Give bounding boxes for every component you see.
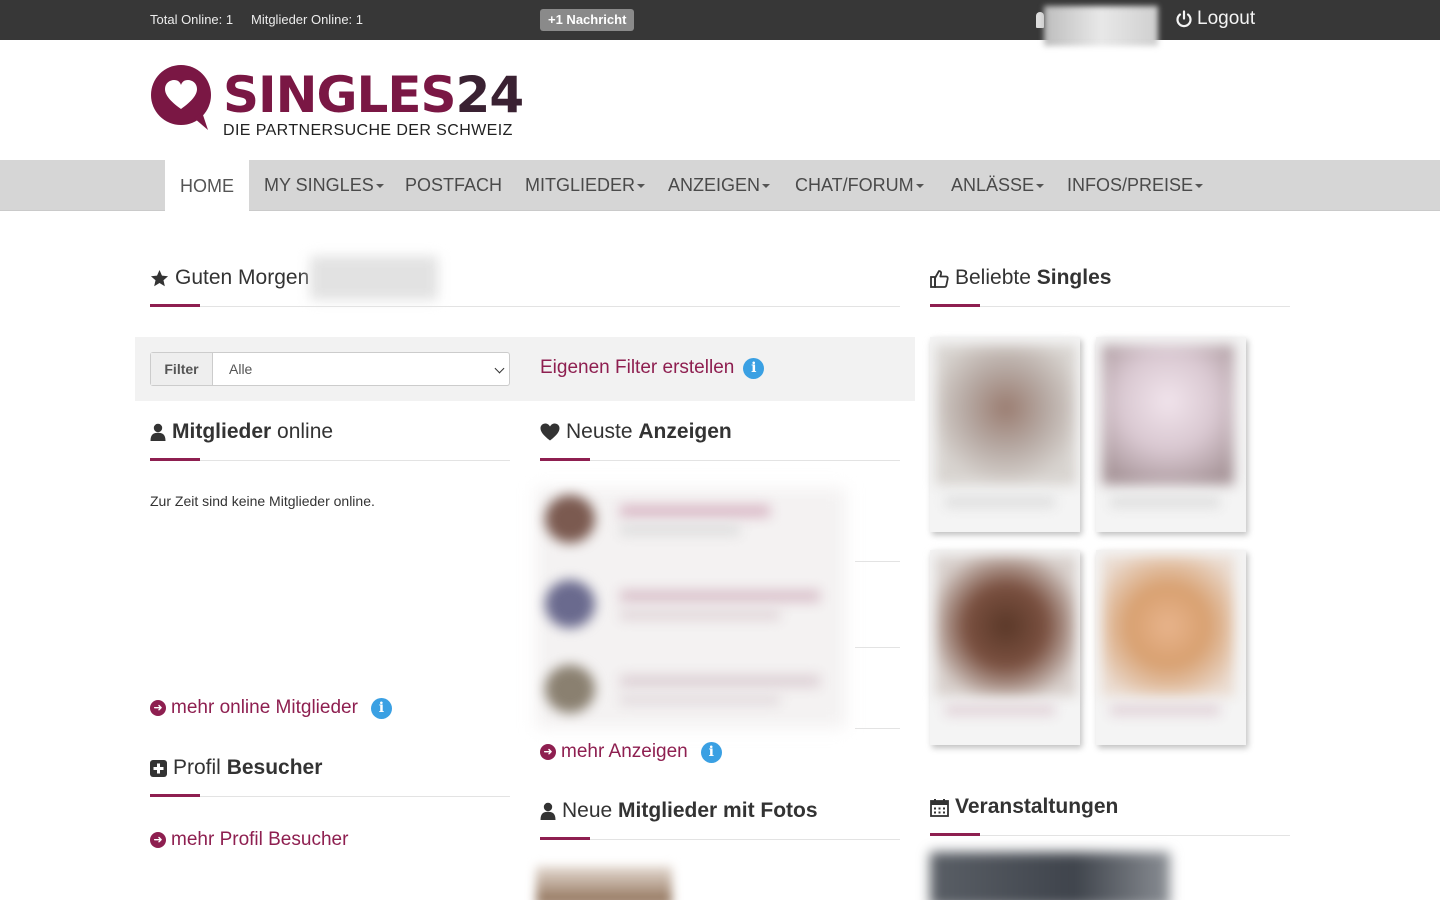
accent-bar bbox=[540, 837, 590, 840]
thumbs-up-icon bbox=[930, 269, 949, 288]
single-name-redacted bbox=[945, 497, 1055, 507]
info-icon[interactable]: i bbox=[743, 357, 765, 379]
new-message-badge[interactable]: +1 Nachricht bbox=[540, 9, 635, 31]
nav-item-my-singles[interactable]: MY SINGLES bbox=[264, 160, 384, 211]
single-photo[interactable] bbox=[1102, 345, 1234, 485]
more-profile-visitors-link[interactable]: ➜ mehr Profil Besucher bbox=[150, 829, 348, 851]
ad-title[interactable] bbox=[620, 590, 820, 602]
ad-snippet bbox=[620, 695, 780, 705]
filter-select[interactable]: Alle bbox=[213, 353, 509, 385]
greeting-heading: Guten Morgen bbox=[150, 266, 309, 290]
divider bbox=[855, 728, 900, 729]
divider bbox=[540, 460, 900, 461]
single-photo[interactable] bbox=[1102, 556, 1234, 696]
caret-down-icon bbox=[915, 184, 924, 189]
circle-arrow-right-icon: ➜ bbox=[150, 700, 166, 716]
nav-item-infos-preise[interactable]: INFOS/PREISE bbox=[1067, 160, 1204, 211]
ad-title[interactable] bbox=[620, 505, 770, 517]
divider bbox=[150, 796, 510, 797]
nav-item-mitglieder[interactable]: MITGLIEDER bbox=[525, 160, 646, 211]
chevron-down-icon bbox=[494, 363, 505, 374]
members-online-heading: Mitglieder online bbox=[150, 420, 333, 444]
info-icon[interactable]: i bbox=[370, 697, 392, 719]
popular-singles-heading: Beliebte Singles bbox=[930, 266, 1111, 290]
caret-down-icon bbox=[762, 184, 771, 189]
caret-down-icon bbox=[1195, 184, 1204, 189]
accent-bar bbox=[150, 794, 200, 797]
new-members-heading: Neue Mitglieder mit Fotos bbox=[540, 799, 818, 823]
nav-item-anzeigen[interactable]: ANZEIGEN bbox=[668, 160, 771, 211]
more-ads-link[interactable]: ➜ mehr Anzeigen i bbox=[540, 741, 722, 763]
power-icon bbox=[1176, 10, 1192, 28]
logo-wordmark-digits: 24 bbox=[455, 66, 525, 124]
ad-thumbnail[interactable] bbox=[545, 665, 595, 713]
top-bar: Total Online: 1 Mitglieder Online: 1 +1 … bbox=[0, 0, 1440, 46]
logo-tagline: DIE PARTNERSUCHE DER SCHWEIZ bbox=[223, 122, 513, 139]
caret-down-icon bbox=[375, 184, 384, 189]
create-own-filter-label: Eigenen Filter erstellen bbox=[540, 357, 735, 378]
main-navigation: HOME MY SINGLES POSTFACH MITGLIEDER ANZE… bbox=[0, 160, 1440, 211]
filter-label: Filter bbox=[151, 353, 213, 385]
circle-arrow-right-icon: ➜ bbox=[540, 744, 556, 760]
no-members-online-text: Zur Zeit sind keine Mitglieder online. bbox=[150, 493, 375, 509]
events-heading: Veranstaltungen bbox=[930, 795, 1118, 819]
divider bbox=[540, 839, 900, 840]
accent-bar bbox=[540, 458, 590, 461]
nav-item-postfach[interactable]: POSTFACH bbox=[405, 160, 502, 211]
user-icon bbox=[540, 802, 556, 820]
members-online-count: Mitglieder Online: 1 bbox=[251, 12, 363, 27]
ad-snippet bbox=[620, 525, 740, 535]
star-icon bbox=[150, 269, 169, 286]
info-icon[interactable]: i bbox=[700, 741, 722, 763]
username-redacted bbox=[310, 256, 438, 300]
new-member-photo[interactable] bbox=[536, 866, 672, 900]
caret-down-icon bbox=[1036, 184, 1045, 189]
divider bbox=[855, 647, 900, 648]
circle-arrow-right-icon: ➜ bbox=[150, 832, 166, 848]
divider bbox=[150, 306, 900, 307]
divider bbox=[150, 460, 510, 461]
ad-thumbnail[interactable] bbox=[545, 580, 595, 628]
calendar-icon bbox=[930, 798, 949, 817]
filter-group: Filter Alle bbox=[150, 352, 510, 386]
create-own-filter-link[interactable]: Eigenen Filter erstellen i bbox=[540, 357, 765, 379]
divider bbox=[930, 306, 1290, 307]
user-icon bbox=[1036, 12, 1044, 28]
filter-bar: Filter Alle Eigenen Filter erstellen i bbox=[135, 337, 915, 401]
heart-bubble-logo-icon bbox=[151, 65, 211, 130]
filter-selected-value: Alle bbox=[229, 361, 253, 377]
nav-item-chat-forum[interactable]: CHAT/FORUM bbox=[795, 160, 924, 211]
nav-item-home[interactable]: HOME bbox=[165, 160, 249, 211]
logout-label: Logout bbox=[1197, 8, 1256, 29]
logo-wordmark: SINGLES24 bbox=[223, 66, 525, 124]
plus-square-icon bbox=[150, 759, 167, 777]
logout-button[interactable]: Logout bbox=[1175, 8, 1255, 30]
divider bbox=[930, 835, 1290, 836]
ad-snippet bbox=[620, 610, 780, 620]
ad-title[interactable] bbox=[620, 675, 820, 687]
single-photo[interactable] bbox=[936, 556, 1076, 696]
username-redacted[interactable] bbox=[1044, 6, 1158, 46]
single-name-redacted bbox=[945, 705, 1055, 715]
event-image[interactable] bbox=[930, 852, 1170, 900]
more-online-members-link[interactable]: ➜ mehr online Mitglieder i bbox=[150, 697, 392, 719]
heart-icon bbox=[540, 423, 560, 441]
accent-bar bbox=[930, 833, 980, 836]
profile-visitors-heading: Profil Besucher bbox=[150, 756, 322, 780]
single-name-redacted bbox=[1110, 497, 1220, 507]
user-icon bbox=[150, 423, 166, 441]
nav-item-anlaesse[interactable]: ANLÄSSE bbox=[951, 160, 1045, 211]
site-logo[interactable]: SINGLES24 DIE PARTNERSUCHE DER SCHWEIZ bbox=[150, 62, 525, 142]
ad-thumbnail[interactable] bbox=[545, 495, 595, 543]
single-name-redacted bbox=[1110, 705, 1220, 715]
accent-bar bbox=[150, 304, 200, 307]
single-photo[interactable] bbox=[936, 345, 1076, 485]
divider bbox=[855, 561, 900, 562]
accent-bar bbox=[930, 304, 980, 307]
accent-bar bbox=[150, 458, 200, 461]
newest-ads-heading: Neuste Anzeigen bbox=[540, 420, 732, 444]
total-online-count: Total Online: 1 bbox=[150, 12, 234, 27]
caret-down-icon bbox=[637, 184, 646, 189]
greeting-text: Guten Morgen bbox=[175, 266, 310, 289]
